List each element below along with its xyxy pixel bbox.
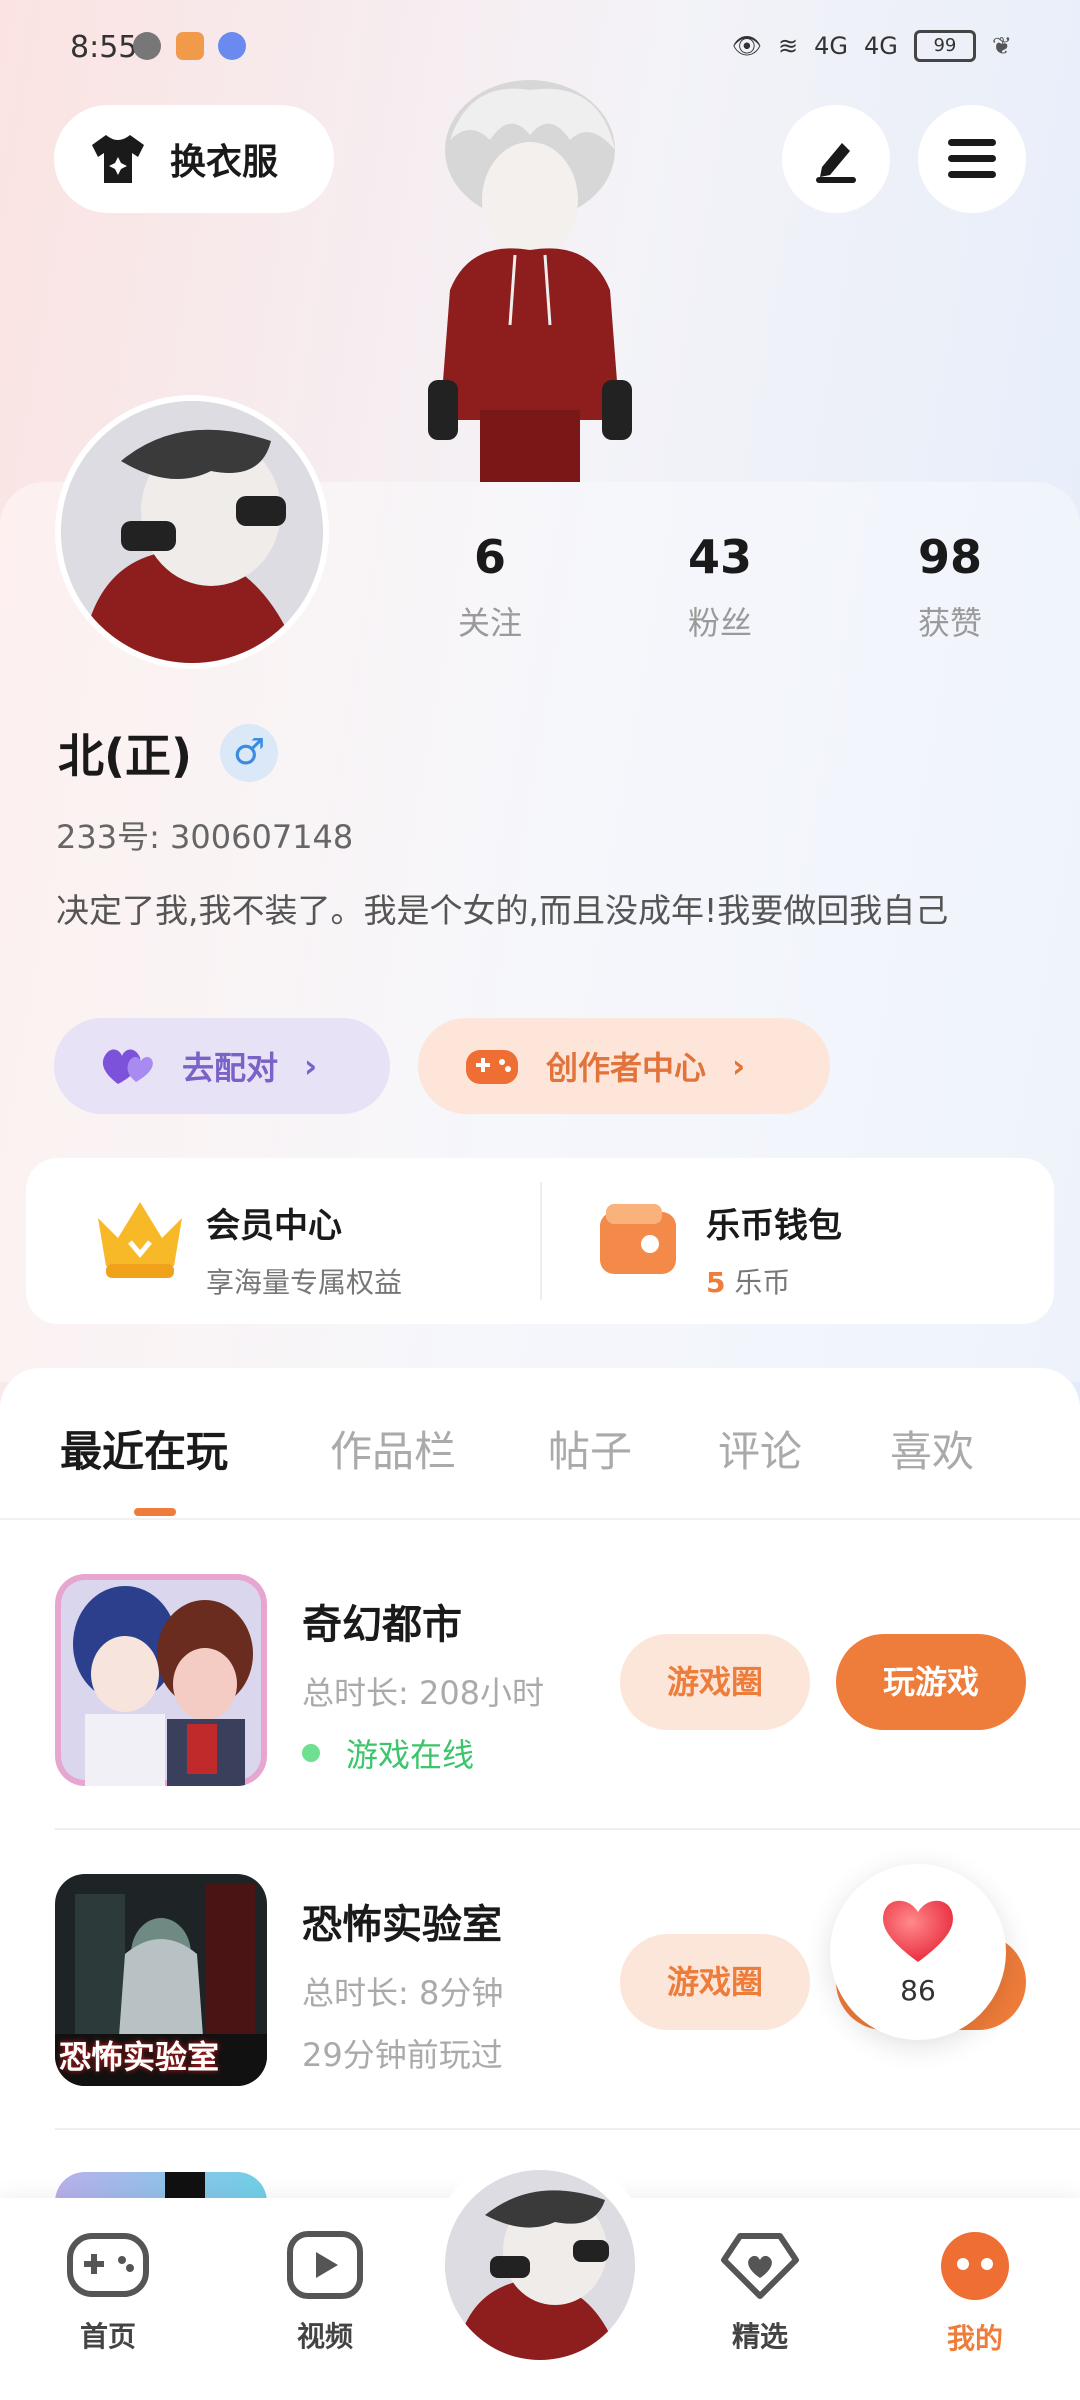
video-play-icon [287,2231,363,2299]
tab-likes[interactable]: 喜欢 [890,1418,974,1479]
wifi-icon: ≋ [778,32,799,60]
menu-icon [948,139,996,178]
game-circle-button[interactable]: 游戏圈 [620,1934,810,2030]
game-title[interactable]: 恐怖实验室 [302,1892,502,1950]
stat-label: 关注 [457,604,522,642]
last-played: 29分钟前玩过 [302,2036,503,2074]
vip-center-button[interactable]: 会员中心 享海量专属权益 [206,1198,402,1301]
game-duration: 总时长: 208小时 [302,1674,545,1712]
stat-following[interactable]: 6 关注 [400,530,580,644]
nav-featured-label: 精选 [731,2320,788,2353]
battery-icon: 99 [913,30,976,62]
match-button[interactable]: 去配对 › [54,1018,390,1114]
nav-home[interactable]: 首页 [38,2230,178,2355]
user-id: 233号: 300607148 [56,818,354,856]
face-icon [941,2232,1009,2300]
list-divider [55,1828,1080,1830]
member-wallet-card: 会员中心 享海量专属权益 乐币钱包 5 乐币 [26,1158,1054,1324]
signal-icon: 4G [864,32,898,60]
divider [540,1182,542,1300]
match-label: 去配对 [182,1049,279,1087]
stat-value: 6 [473,530,506,584]
nav-mine[interactable]: 我的 [905,2230,1045,2357]
avatar-3d-figure[interactable] [410,80,650,485]
stat-likes[interactable]: 98 获赞 [860,530,1040,644]
stat-label: 粉丝 [687,604,752,642]
stat-value: 98 [917,530,982,584]
nav-mine-label: 我的 [946,2322,1003,2355]
app-notification-icon [133,32,161,60]
tab-divider [0,1518,1080,1520]
status-time: 8:55 [70,30,138,65]
app-notification-icon [176,32,204,60]
edit-button[interactable] [782,105,890,213]
tab-recent-played[interactable]: 最近在玩 [60,1418,228,1479]
vip-subtitle: 享海量专属权益 [206,1266,403,1299]
tab-indicator [134,1508,176,1516]
avatar[interactable] [55,395,329,669]
tab-posts[interactable]: 帖子 [548,1418,632,1479]
tab-works[interactable]: 作品栏 [330,1418,456,1479]
nav-video[interactable]: 视频 [255,2230,395,2355]
stat-label: 获赞 [917,604,982,642]
game-status: 游戏在线 [302,1730,474,1776]
game-duration: 总时长: 8分钟 [302,1974,504,2012]
hearts-icon [102,1049,153,1084]
bio-text: 决定了我,我不装了。我是个女的,而且没成年!我要做回我自己 [56,891,949,930]
vip-title: 会员中心 [206,1206,342,1246]
nav-home-label: 首页 [79,2320,136,2353]
heart-diamond-icon [721,2233,799,2299]
gamepad-icon [466,1050,518,1084]
wallet-title: 乐币钱包 [706,1206,842,1246]
stat-value: 43 [687,530,752,584]
nav-center-avatar[interactable] [445,2170,635,2360]
game-icon[interactable]: 恐怖实验室 [55,1874,267,2086]
nav-featured[interactable]: 精选 [690,2230,830,2355]
eye-icon: 👁 [731,32,763,60]
like-bubble[interactable]: 86 [830,1864,1006,2040]
game-icon[interactable] [55,1574,267,1786]
menu-button[interactable] [918,105,1026,213]
leaf-icon: ❦ [991,32,1012,60]
creator-center-label: 创作者中心 [546,1049,707,1087]
chevron-right-icon: › [732,1047,746,1085]
stat-fans[interactable]: 43 粉丝 [630,530,810,644]
wallet-button[interactable]: 乐币钱包 5 乐币 [706,1198,842,1301]
wallet-icon [596,1200,680,1284]
game-icon-text: 恐怖实验室 [59,2038,220,2076]
game-status-text: 游戏在线 [346,1736,475,1774]
username-row: 北(正) ♂ [58,720,279,786]
wallet-amount: 5 [706,1266,726,1299]
change-outfit-label: 换衣服 [170,142,279,183]
male-gender-icon: ♂ [220,724,279,782]
online-dot-icon [302,1744,320,1762]
game-circle-button[interactable]: 游戏圈 [620,1634,810,1730]
game-title[interactable]: 奇幻都市 [302,1592,462,1650]
play-game-button[interactable]: 玩游戏 [836,1634,1026,1730]
crown-icon [92,1196,188,1286]
signal-icon: 4G [814,32,849,60]
pen-icon [816,143,856,183]
tab-comments[interactable]: 评论 [718,1418,802,1479]
username: 北(正) [58,729,193,783]
status-right: 👁 ≋ 4G 4G 99 ❦ [732,30,1012,62]
music-notification-icon [218,32,246,60]
shirt-icon [92,135,144,183]
change-outfit-button[interactable]: 换衣服 [54,105,334,213]
list-divider [55,2128,1080,2130]
wallet-balance: 5 乐币 [706,1261,842,1301]
heart-icon [883,1900,953,1962]
wallet-unit: 乐币 [734,1266,791,1299]
gamepad-icon [67,2233,149,2297]
chevron-right-icon: › [304,1047,318,1085]
nav-video-label: 视频 [296,2320,353,2353]
like-count: 86 [900,1974,936,2007]
creator-center-button[interactable]: 创作者中心 › [418,1018,830,1114]
